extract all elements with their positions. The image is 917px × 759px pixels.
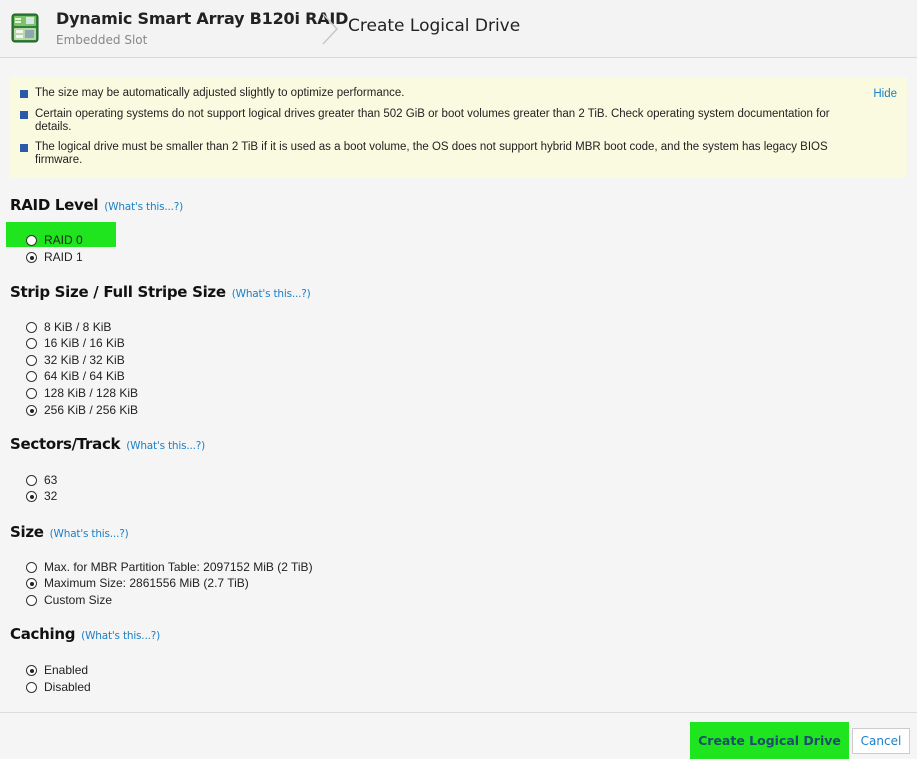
notice-box: The size may be automatically adjusted s… [10, 77, 907, 178]
notice-item: The size may be automatically adjusted s… [20, 87, 840, 100]
array-controller-icon [11, 13, 39, 43]
cancel-button[interactable]: Cancel [852, 728, 910, 754]
radio-button[interactable] [26, 338, 37, 349]
radio-label: 128 KiB / 128 KiB [44, 386, 139, 400]
radio-button[interactable] [26, 578, 37, 589]
radio-button[interactable] [26, 405, 37, 416]
raid-level-help-link[interactable]: (What's this...?) [104, 201, 183, 213]
strip-size-heading: Strip Size / Full Stripe Size (What's thi… [10, 283, 311, 301]
radio-button[interactable] [26, 252, 37, 263]
create-logical-drive-button[interactable]: Create Logical Drive [690, 722, 849, 759]
device-location: Embedded Slot [56, 33, 148, 47]
radio-label: 8 KiB / 8 KiB [44, 320, 112, 334]
sectors-track-help-link[interactable]: (What's this...?) [126, 440, 205, 452]
notice-text: The size may be automatically adjusted s… [35, 87, 405, 99]
radio-label: 32 [44, 489, 58, 503]
radio-button[interactable] [26, 665, 37, 676]
radio-button[interactable] [26, 562, 37, 573]
radio-label: Custom Size [44, 593, 113, 607]
square-bullet-icon [20, 90, 28, 98]
strip-size-title: Strip Size / Full Stripe Size [10, 283, 226, 301]
hide-notice-link[interactable]: Hide [873, 88, 897, 100]
radio-button[interactable] [26, 371, 37, 382]
sectors-track-title: Sectors/Track [10, 435, 121, 453]
chevron-right-icon [320, 12, 340, 46]
radio-label: Max. for MBR Partition Table: 2097152 Mi… [44, 560, 313, 574]
radio-button[interactable] [26, 491, 37, 502]
raid-level-title: RAID Level [10, 196, 99, 214]
strip-size-help-link[interactable]: (What's this...?) [232, 288, 311, 300]
caching-title: Caching [10, 625, 76, 643]
square-bullet-icon [20, 111, 28, 119]
size-help-link[interactable]: (What's this...?) [50, 528, 129, 540]
notice-item: Certain operating systems do not support… [20, 108, 840, 134]
caching-help-link[interactable]: (What's this...?) [81, 630, 160, 642]
radio-label: 32 KiB / 32 KiB [44, 353, 125, 367]
radio-label: Disabled [44, 680, 91, 694]
square-bullet-icon [20, 144, 28, 152]
radio-button[interactable] [26, 595, 37, 606]
header-bar: Dynamic Smart Array B120i RAID Embedded … [0, 0, 917, 58]
sectors-track-heading: Sectors/Track (What's this...?) [10, 435, 205, 453]
radio-label: Enabled [44, 663, 89, 677]
radio-button[interactable] [26, 322, 37, 333]
radio-button[interactable] [26, 388, 37, 399]
radio-label: Maximum Size: 2861556 MiB (2.7 TiB) [44, 576, 249, 590]
radio-label: RAID 0 [44, 233, 83, 247]
radio-label: 16 KiB / 16 KiB [44, 336, 125, 350]
caching-heading: Caching (What's this...?) [10, 625, 160, 643]
radio-label: RAID 1 [44, 250, 83, 264]
radio-label: 64 KiB / 64 KiB [44, 369, 125, 383]
notice-text: The logical drive must be smaller than 2… [35, 141, 828, 166]
raid-level-heading: RAID Level (What's this...?) [10, 196, 183, 214]
device-name: Dynamic Smart Array B120i RAID [56, 9, 349, 28]
page-title: Create Logical Drive [348, 16, 521, 36]
radio-button[interactable] [26, 235, 37, 246]
radio-label: 63 [44, 473, 58, 487]
notice-item: The logical drive must be smaller than 2… [20, 141, 840, 167]
size-title: Size [10, 523, 44, 541]
notice-text: Certain operating systems do not support… [35, 108, 830, 133]
radio-button[interactable] [26, 682, 37, 693]
radio-button[interactable] [26, 355, 37, 366]
footer-bar: Create Logical Drive Cancel [0, 712, 917, 759]
radio-button[interactable] [26, 475, 37, 486]
size-heading: Size (What's this...?) [10, 523, 129, 541]
radio-label: 256 KiB / 256 KiB [44, 403, 139, 417]
